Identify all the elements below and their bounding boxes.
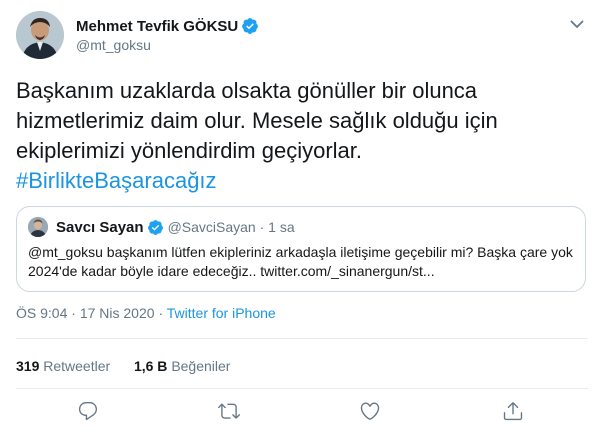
reply-icon[interactable]: [77, 400, 99, 422]
like-icon[interactable]: [359, 400, 381, 422]
tweet-time[interactable]: ÖS 9:04: [16, 305, 67, 321]
tweet-meta: ÖS 9:04 · 17 Nis 2020 · Twitter for iPho…: [16, 305, 276, 321]
tweet: Mehmet Tevfik GÖKSU @mt_goksu Başkanım u…: [0, 0, 604, 441]
likes-label: Beğeniler: [171, 358, 231, 374]
quoted-tweet-header: Savcı Sayan @SavciSayan · 1 sa: [28, 217, 295, 237]
tweet-body: Başkanım uzaklarda olsakta gönüller bir …: [16, 78, 498, 163]
hashtag-link[interactable]: #BirlikteBaşaracağız: [16, 168, 217, 193]
quoted-author-handle: @SavciSayan: [167, 219, 256, 235]
retweets-count: 319: [16, 358, 40, 374]
tweet-stats: 319 Retweetler 1,6 B Beğeniler: [16, 358, 230, 374]
retweet-icon[interactable]: [218, 400, 240, 422]
meta-separator: ·: [158, 305, 164, 321]
share-icon[interactable]: [502, 400, 524, 422]
tweet-header: Mehmet Tevfik GÖKSU @mt_goksu: [16, 11, 588, 59]
quoted-tweet-text: @mt_goksu başkanım lütfen ekipleriniz ar…: [28, 244, 573, 279]
quoted-tweet-time: 1 sa: [268, 219, 295, 235]
quoted-author-name: Savcı Sayan: [56, 218, 144, 236]
meta-separator: ·: [71, 305, 76, 321]
author-info: Mehmet Tevfik GÖKSU @mt_goksu: [76, 16, 259, 53]
meta-separator: ·: [256, 219, 268, 235]
action-bar: [0, 398, 604, 426]
author-name[interactable]: Mehmet Tevfik GÖKSU: [76, 18, 238, 35]
author-avatar[interactable]: [16, 11, 64, 59]
tweet-source-link[interactable]: Twitter for iPhone: [167, 305, 276, 321]
chevron-down-icon[interactable]: [568, 15, 586, 33]
divider: [16, 338, 588, 339]
verified-badge-icon: [241, 17, 259, 35]
quoted-tweet[interactable]: Savcı Sayan @SavciSayan · 1 sa @mt_goksu…: [16, 206, 586, 292]
quoted-author-avatar: [28, 217, 48, 237]
tweet-date[interactable]: 17 Nis 2020: [80, 305, 155, 321]
verified-badge-icon: [147, 219, 164, 236]
author-handle[interactable]: @mt_goksu: [76, 37, 259, 53]
retweets-label: Retweetler: [43, 358, 111, 374]
likes-count: 1,6 B: [133, 358, 168, 374]
tweet-text: Başkanım uzaklarda olsakta gönüller bir …: [16, 76, 588, 196]
separator-dot: ·: [259, 219, 265, 235]
likes-stat[interactable]: 1,6 B Beğeniler: [134, 358, 231, 374]
divider: [16, 388, 588, 389]
retweets-stat[interactable]: 319 Retweetler: [16, 358, 110, 374]
